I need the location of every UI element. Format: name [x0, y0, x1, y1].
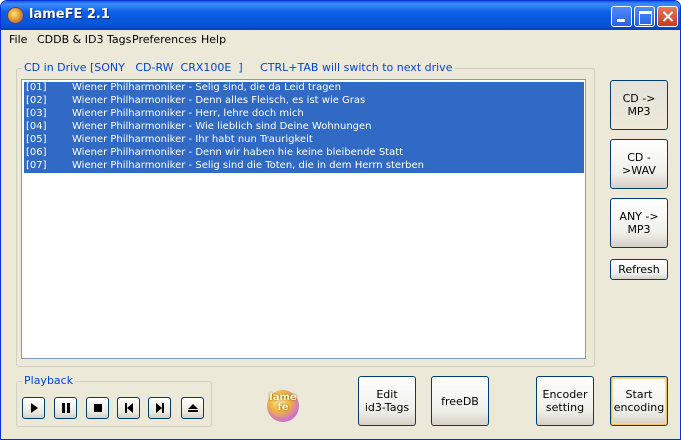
track-number: [05]: [26, 134, 47, 145]
track-title: Wiener Philharmoniker - Denn alles Fleis…: [72, 95, 366, 106]
minimize-button[interactable]: [611, 6, 632, 27]
previous-track-button[interactable]: [117, 397, 140, 419]
track-number: [06]: [26, 147, 47, 158]
track-row[interactable]: [01] Wiener Philharmoniker - Selig sind,…: [24, 82, 584, 95]
menu-file[interactable]: File: [9, 33, 27, 46]
app-window: lameFE 2.1 File CDDB & ID3 Tags Preferen…: [0, 0, 681, 440]
track-row[interactable]: [05] Wiener Philharmoniker - Ihr habt nu…: [24, 134, 584, 147]
menu-preferences[interactable]: Preferences: [132, 33, 197, 46]
freedb-button[interactable]: freeDB: [431, 376, 489, 426]
track-row[interactable]: [02] Wiener Philharmoniker - Denn alles …: [24, 95, 584, 108]
track-title: Wiener Philharmoniker - Denn wir haben h…: [72, 147, 404, 158]
next-track-button[interactable]: [148, 397, 171, 419]
track-number: [03]: [26, 108, 47, 119]
playback-label: Playback: [22, 374, 76, 387]
eject-icon: [188, 404, 198, 412]
track-number: [04]: [26, 121, 47, 132]
stop-icon: [94, 404, 102, 412]
menu-help[interactable]: Help: [201, 33, 226, 46]
app-icon[interactable]: [7, 7, 24, 24]
track-row[interactable]: [07] Wiener Philharmoniker - Selig sind …: [24, 160, 584, 173]
logo-text: lame fe: [269, 392, 297, 413]
track-number: [02]: [26, 95, 47, 106]
track-title: Wiener Philharmoniker - Wie lieblich sin…: [72, 121, 372, 132]
track-row[interactable]: [06] Wiener Philharmoniker - Denn wir ha…: [24, 147, 584, 160]
track-title: Wiener Philharmoniker - Herr, lehre doch…: [72, 108, 304, 119]
close-button[interactable]: [657, 6, 678, 27]
play-button[interactable]: [22, 397, 45, 419]
maximize-button[interactable]: [634, 6, 655, 27]
cd-drive-label: CD in Drive [SONY CD-RW CRX100E ] CTRL+T…: [22, 61, 455, 74]
track-row[interactable]: [03] Wiener Philharmoniker - Herr, lehre…: [24, 108, 584, 121]
lamefe-logo: lame fe: [267, 390, 299, 422]
edit-id3-tags-button[interactable]: Edit id3-Tags: [358, 376, 416, 426]
track-number: [01]: [26, 82, 47, 93]
window-title: lameFE 2.1: [29, 7, 110, 22]
any-to-mp3-button[interactable]: ANY -> MP3: [610, 198, 668, 248]
refresh-button[interactable]: Refresh: [610, 259, 668, 280]
stop-button[interactable]: [86, 397, 109, 419]
track-row[interactable]: [04] Wiener Philharmoniker - Wie lieblic…: [24, 121, 584, 134]
cd-to-wav-button[interactable]: CD ->WAV: [610, 139, 668, 189]
title-bar[interactable]: lameFE 2.1: [1, 1, 680, 30]
cd-to-mp3-button[interactable]: CD -> MP3: [610, 80, 668, 130]
menu-bar: File CDDB & ID3 Tags Preferences Help: [1, 30, 680, 49]
start-encoding-button[interactable]: Start encoding: [610, 376, 668, 426]
track-title: Wiener Philharmoniker - Ihr habt nun Tra…: [72, 134, 313, 145]
menu-cddb-id3-tags[interactable]: CDDB & ID3 Tags: [37, 33, 131, 46]
pause-icon: [62, 403, 70, 413]
track-list[interactable]: [01] Wiener Philharmoniker - Selig sind,…: [21, 79, 586, 359]
pause-button[interactable]: [54, 397, 77, 419]
play-icon: [31, 403, 38, 413]
track-title: Wiener Philharmoniker - Selig sind die T…: [72, 160, 424, 171]
next-track-icon: [156, 403, 164, 413]
encoder-setting-button[interactable]: Encoder setting: [536, 376, 594, 426]
track-number: [07]: [26, 160, 47, 171]
track-title: Wiener Philharmoniker - Selig sind, die …: [72, 82, 341, 93]
eject-button[interactable]: [181, 397, 204, 419]
previous-track-icon: [125, 403, 133, 413]
